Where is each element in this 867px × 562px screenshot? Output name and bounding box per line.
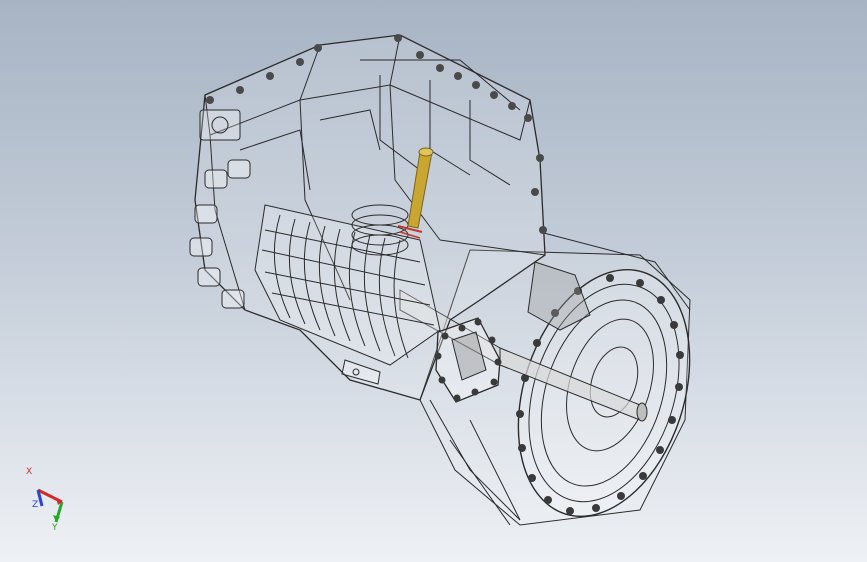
triad-z-label: Z xyxy=(32,500,39,510)
transmission-assembly-model[interactable] xyxy=(0,0,867,562)
triad-x-label: X xyxy=(26,467,33,477)
axis-triad[interactable] xyxy=(20,470,80,540)
triad-y-label: Y xyxy=(52,523,58,533)
cad-3d-viewport[interactable]: X Z Y xyxy=(0,0,867,562)
